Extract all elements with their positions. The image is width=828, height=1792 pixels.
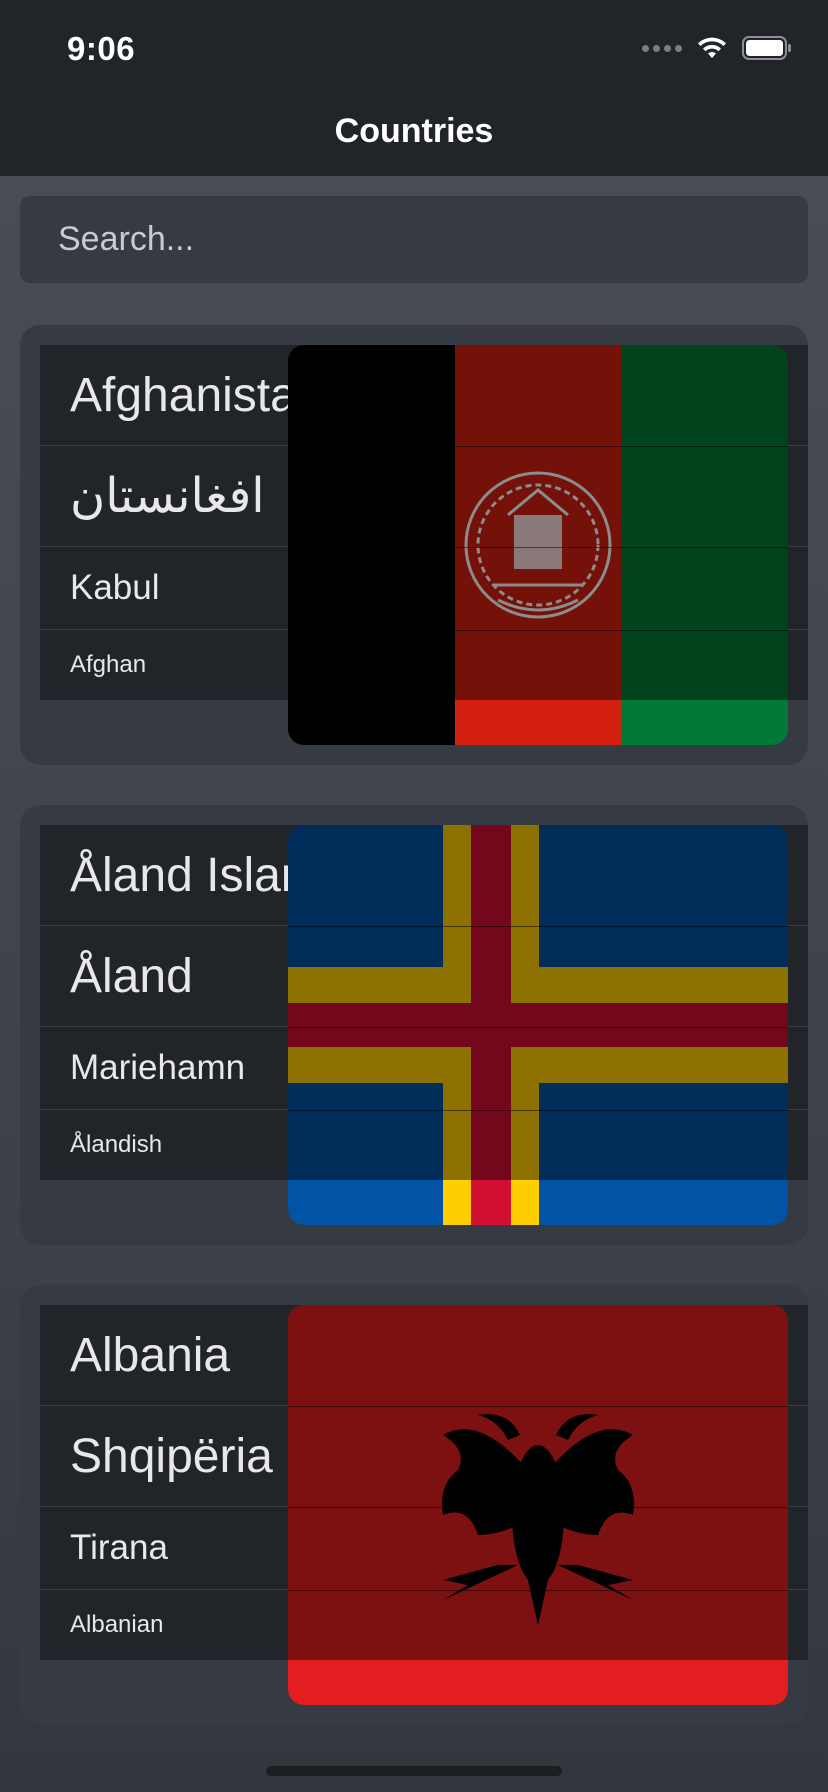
home-indicator[interactable] <box>266 1766 562 1776</box>
wifi-icon <box>696 36 728 60</box>
country-card-albania[interactable]: Albania Shqipëria Tirana Albanian <box>20 1285 808 1725</box>
status-icons <box>642 36 792 60</box>
country-card-afghanistan[interactable]: Afghanistan افغانستان Kabul Afghan <box>20 325 808 765</box>
navigation-bar: 9:06 Countries <box>0 0 828 176</box>
battery-icon <box>742 36 792 60</box>
afghanistan-flag <box>288 345 788 745</box>
aland-flag <box>288 825 788 1225</box>
search-input[interactable] <box>20 196 808 283</box>
cellular-signal-icon <box>642 44 682 52</box>
country-card-aland-islands[interactable]: Åland Islands Åland Mariehamn Ålandish <box>20 805 808 1245</box>
status-time: 9:06 <box>67 30 136 67</box>
page-title: Countries <box>334 112 494 150</box>
screen: 9:06 Countries Search... Afghanistan افغ… <box>0 0 828 1792</box>
albania-flag <box>288 1305 788 1705</box>
search-bar[interactable] <box>20 196 808 283</box>
